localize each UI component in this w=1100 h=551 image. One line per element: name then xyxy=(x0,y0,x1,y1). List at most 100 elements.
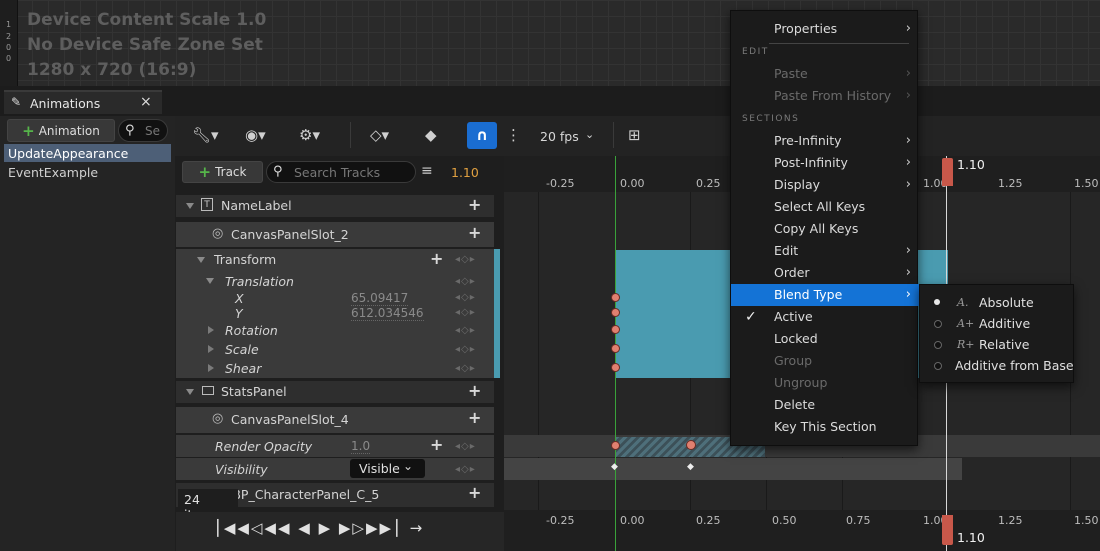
search-tracks-input[interactable]: ⚲ Search Tracks xyxy=(266,161,416,183)
blend-option-absolute[interactable]: A. Absolute xyxy=(920,292,1075,313)
add-icon[interactable]: + xyxy=(430,435,443,454)
menu-item-ungroup[interactable]: Ungroup xyxy=(731,372,919,394)
track-row-visibility[interactable]: Visibility Visible ⌄ ◂◇▸ xyxy=(176,458,494,480)
menu-item-paste-history[interactable]: Paste From History › xyxy=(731,85,919,107)
chevron-right-icon: › xyxy=(905,177,911,192)
add-animation-button[interactable]: + Animation xyxy=(7,119,115,142)
fps-selector[interactable]: 20 fps xyxy=(540,129,579,144)
track-label: Scale xyxy=(225,342,259,357)
menu-section-header: EDIT xyxy=(742,47,769,57)
key-diamond-icon[interactable]: ◇▾ xyxy=(370,126,389,144)
key-navigation-icon[interactable]: ◂◇▸ xyxy=(455,276,476,287)
key-navigation-icon[interactable]: ◂◇▸ xyxy=(455,441,476,452)
track-row-statspanel[interactable]: StatsPanel + xyxy=(176,381,494,403)
menu-item-properties[interactable]: Properties › xyxy=(731,18,919,40)
time-tick-label: 1.25 xyxy=(998,177,1023,190)
blend-option-additive-from-base[interactable]: Additive from Base xyxy=(920,355,1075,376)
menu-item-key-this-section[interactable]: Key This Section xyxy=(731,416,919,438)
keyframe[interactable] xyxy=(611,344,620,353)
x-value-field[interactable]: 65.09417 xyxy=(351,291,409,306)
key-navigation-icon[interactable]: ◂◇▸ xyxy=(455,464,476,475)
time-tick-label: 0.00 xyxy=(620,177,645,190)
more-options-icon[interactable]: ⋮ xyxy=(506,126,521,144)
menu-item-order[interactable]: Order › xyxy=(731,262,919,284)
menu-item-label: Key This Section xyxy=(774,419,877,434)
add-icon[interactable]: + xyxy=(468,223,481,242)
playhead-handle[interactable] xyxy=(942,158,953,186)
track-row-namelabel[interactable]: T NameLabel + xyxy=(176,195,494,217)
key-navigation-icon[interactable]: ◂◇▸ xyxy=(455,254,476,265)
expand-icon[interactable] xyxy=(208,345,214,353)
menu-item-pre-infinity[interactable]: Pre-Infinity › xyxy=(731,130,919,152)
track-label: StatsPanel xyxy=(221,384,287,399)
expand-icon[interactable] xyxy=(208,326,214,334)
track-row-slot2[interactable]: ◎ CanvasPanelSlot_2 + xyxy=(176,222,494,247)
key-navigation-icon[interactable]: ◂◇▸ xyxy=(455,363,476,374)
wrench-icon[interactable]: 🔧︎▾ xyxy=(192,126,219,144)
keyframe-diamond[interactable]: ◆ xyxy=(687,462,694,472)
add-track-button[interactable]: + Track xyxy=(182,161,263,183)
blend-option-additive[interactable]: A+ Additive xyxy=(920,313,1075,334)
filter-icon[interactable]: ≡ xyxy=(421,163,433,179)
expand-icon[interactable] xyxy=(206,278,214,284)
menu-item-select-all-keys[interactable]: Select All Keys xyxy=(731,196,919,218)
menu-item-edit[interactable]: Edit › xyxy=(731,240,919,262)
menu-item-paste[interactable]: Paste › xyxy=(731,63,919,85)
chevron-right-icon: › xyxy=(905,265,911,280)
menu-item-blend-type[interactable]: Blend Type › xyxy=(731,284,919,306)
keyframe[interactable] xyxy=(611,441,620,450)
playhead-handle-bottom[interactable] xyxy=(942,515,953,545)
expand-icon[interactable] xyxy=(186,389,194,395)
tab-animations[interactable]: ✎ Animations × xyxy=(4,90,162,114)
add-icon[interactable]: + xyxy=(468,195,481,214)
animation-item[interactable]: EventExample xyxy=(4,163,171,181)
menu-item-locked[interactable]: Locked xyxy=(731,328,919,350)
y-value-field[interactable]: 612.034546 xyxy=(351,306,424,321)
expand-icon[interactable] xyxy=(197,257,205,263)
transport-controls-icon[interactable]: ⎮◀◀◁◀◀ ◀ ▶ ▶▷▶▶⎮ → xyxy=(214,519,424,537)
visibility-dropdown[interactable]: Visible ⌄ xyxy=(350,459,425,478)
menu-item-post-infinity[interactable]: Post-Infinity › xyxy=(731,152,919,174)
keyframe-diamond[interactable]: ◆ xyxy=(611,462,618,472)
curve-editor-icon[interactable]: ⊞ xyxy=(628,126,641,144)
add-icon[interactable]: + xyxy=(468,381,481,400)
dropdown-value: Visible xyxy=(359,461,400,476)
add-icon[interactable]: + xyxy=(430,249,443,268)
expand-icon[interactable] xyxy=(186,203,194,209)
expand-icon[interactable] xyxy=(208,364,214,372)
key-navigation-icon[interactable]: ◂◇▸ xyxy=(455,307,476,318)
panel-widget-icon xyxy=(202,386,214,395)
gear-icon[interactable]: ⚙▾ xyxy=(299,126,320,144)
animation-item-selected[interactable]: UpdateAppearance xyxy=(4,144,171,162)
eye-icon[interactable]: ◉▾ xyxy=(245,126,266,144)
menu-item-copy-all-keys[interactable]: Copy All Keys xyxy=(731,218,919,240)
menu-item-active[interactable]: ✓ Active xyxy=(731,306,919,328)
key-navigation-icon[interactable]: ◂◇▸ xyxy=(455,344,476,355)
sequencer-toolbar: 🔧︎▾ ◉▾ ⚙▾ ◇▾ ◆ ∩ ⋮ 20 fps ⌄ ⊞ xyxy=(175,116,1100,156)
keyframe[interactable] xyxy=(611,325,620,334)
key-navigation-icon[interactable]: ◂◇▸ xyxy=(455,292,476,303)
magnet-icon[interactable]: ∩ xyxy=(467,122,497,149)
auto-key-icon[interactable]: ◆ xyxy=(425,126,437,144)
track-row-slot4[interactable]: ◎ CanvasPanelSlot_4 + xyxy=(176,407,494,433)
keyframe[interactable] xyxy=(611,293,620,302)
menu-item-group[interactable]: Group xyxy=(731,350,919,372)
key-navigation-icon[interactable]: ◂◇▸ xyxy=(455,325,476,336)
keyframe[interactable] xyxy=(611,363,620,372)
animation-item-label: EventExample xyxy=(8,165,99,180)
opacity-value-field[interactable]: 1.0 xyxy=(351,439,371,454)
close-icon[interactable]: × xyxy=(140,94,152,110)
keyframe[interactable] xyxy=(686,440,696,450)
keyframe[interactable] xyxy=(611,308,620,317)
menu-item-delete[interactable]: Delete xyxy=(731,394,919,416)
current-time-field[interactable]: 1.10 xyxy=(451,165,479,180)
menu-item-display[interactable]: Display › xyxy=(731,174,919,196)
time-tick-label: 1.50 xyxy=(1074,177,1099,190)
blend-option-relative[interactable]: R+ Relative xyxy=(920,334,1075,355)
chevron-down-icon: ⌄ xyxy=(585,128,595,141)
add-icon[interactable]: + xyxy=(468,483,481,502)
animation-search-input[interactable]: ⚲ Se xyxy=(118,119,168,142)
track-row-render-opacity[interactable]: Render Opacity 1.0 + ◂◇▸ xyxy=(176,435,494,457)
menu-item-label: Locked xyxy=(774,331,818,346)
add-icon[interactable]: + xyxy=(468,408,481,427)
